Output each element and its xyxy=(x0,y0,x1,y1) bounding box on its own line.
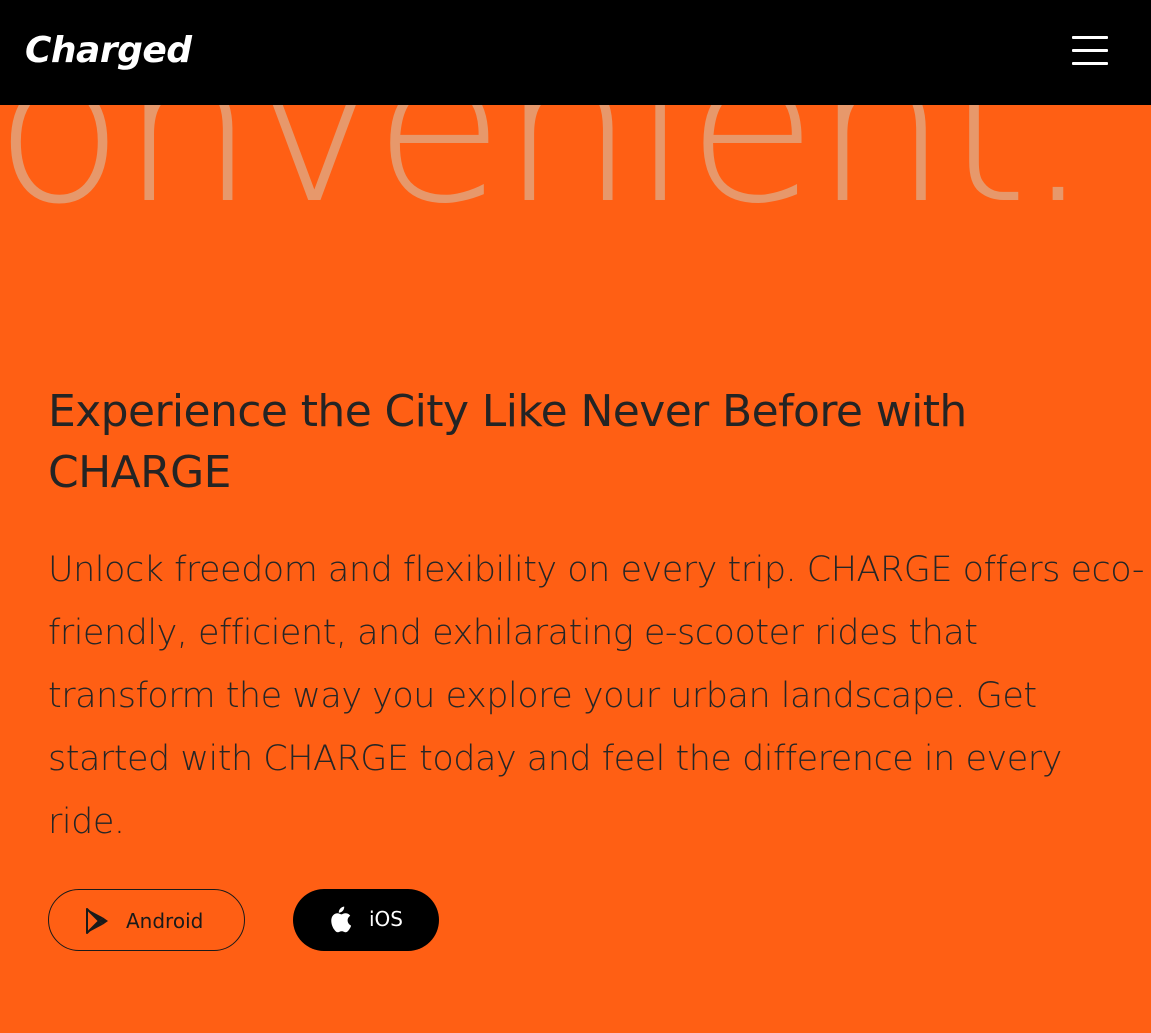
ios-button-label: iOS xyxy=(369,907,403,931)
apple-icon xyxy=(331,906,351,933)
android-button-label: Android xyxy=(126,909,204,933)
background-word: onvenient. xyxy=(0,105,1092,251)
hero-heading: Experience the City Like Never Before wi… xyxy=(48,386,967,498)
hamburger-menu-button[interactable] xyxy=(1070,34,1110,70)
brand-logo[interactable]: Charged xyxy=(25,26,192,76)
hero-section: onvenient. Experience the City Like Neve… xyxy=(0,105,1151,1033)
hero-description: Unlock freedom and flexibility on every … xyxy=(48,550,1144,842)
google-play-icon xyxy=(86,908,108,934)
ios-download-button[interactable]: iOS xyxy=(293,889,439,951)
hamburger-menu-icon-line xyxy=(1072,49,1108,52)
android-download-button[interactable]: Android xyxy=(48,889,245,951)
hamburger-menu-icon-line xyxy=(1072,62,1108,65)
top-navigation-bar: Charged xyxy=(0,0,1151,105)
hamburger-menu-icon-line xyxy=(1072,36,1108,39)
